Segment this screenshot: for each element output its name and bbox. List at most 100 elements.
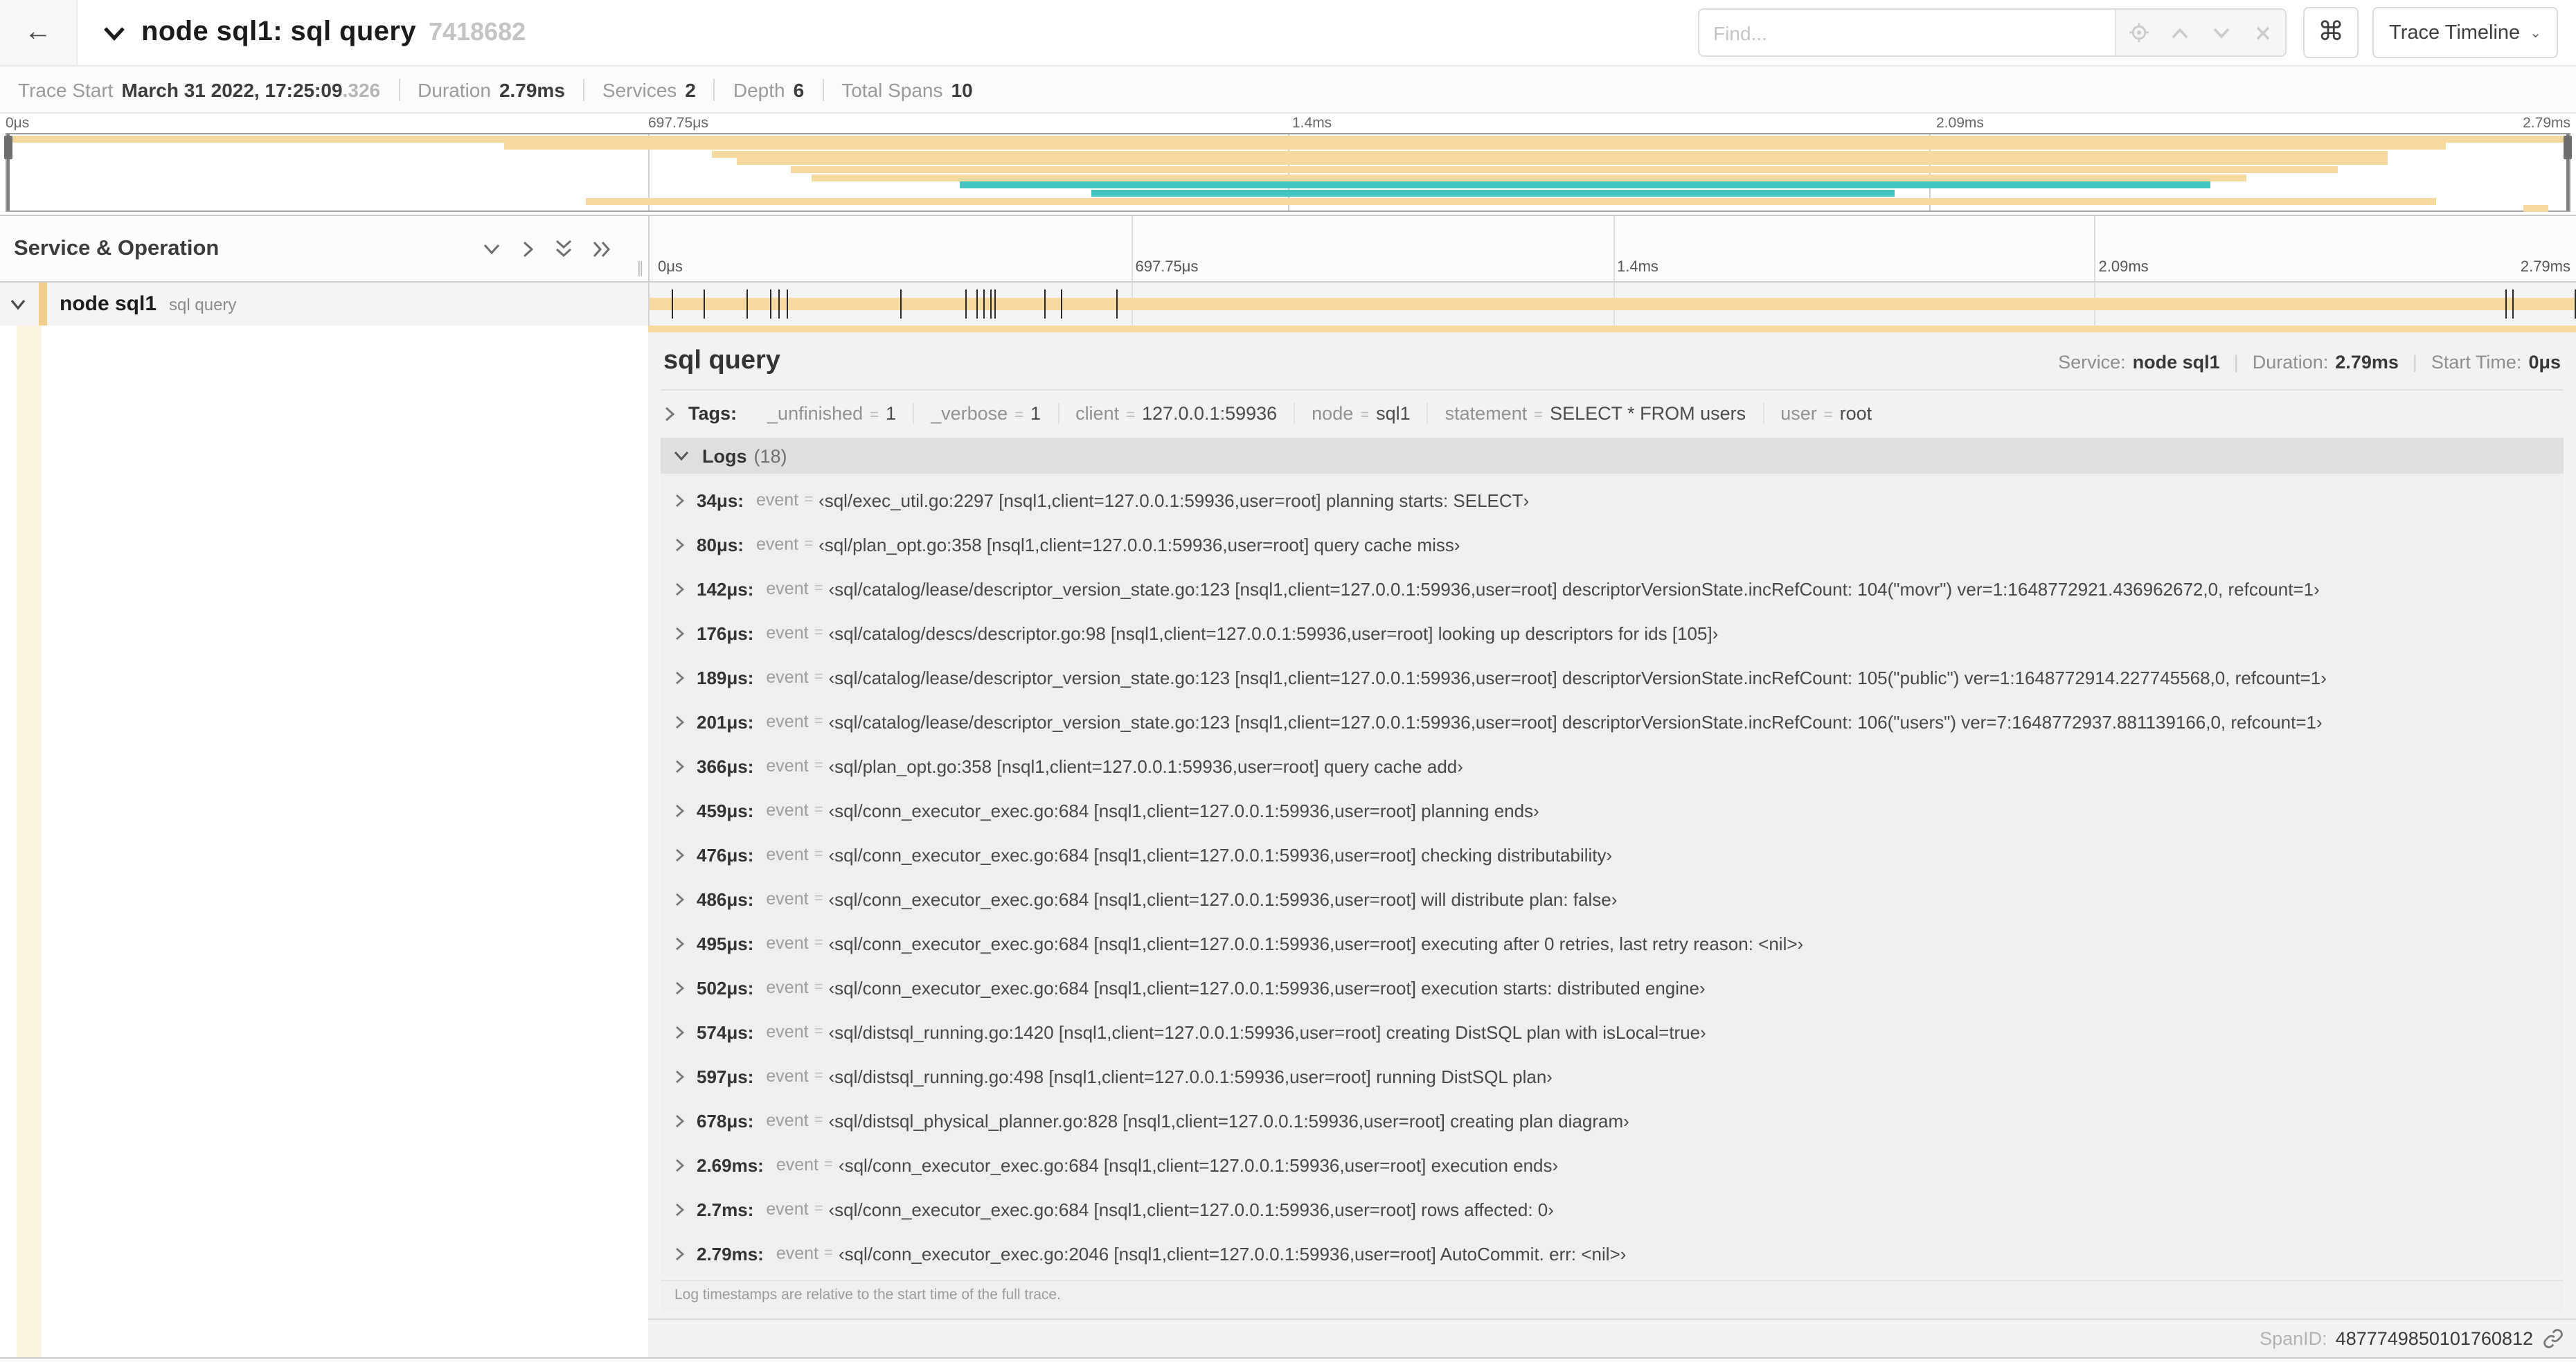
log-marker-tick[interactable] [2505,289,2507,319]
log-marker-tick[interactable] [983,289,985,319]
log-chevron-right-icon[interactable] [674,492,686,508]
log-row[interactable]: 502μs: event = ‹sql/conn_executor_exec.go:6… [661,965,2564,1010]
locate-icon[interactable] [2127,21,2149,44]
column-resizer-handle[interactable]: ∥ [636,259,645,277]
log-marker-tick[interactable] [769,289,771,319]
log-chevron-right-icon[interactable] [674,714,686,729]
log-row[interactable]: 201μs: event = ‹sql/catalog/lease/descripto… [661,699,2564,744]
log-row[interactable]: 34μs: event = ‹sql/exec_util.go:2297 [nsql1… [661,478,2564,522]
log-marker-tick[interactable] [746,289,748,319]
expand-all-icon[interactable] [591,239,612,258]
log-chevron-right-icon[interactable] [674,1069,686,1084]
expand-one-icon[interactable] [519,239,536,258]
log-timestamp: 459μs: [697,800,754,821]
log-marker-tick[interactable] [2512,289,2514,319]
log-row[interactable]: 476μs: event = ‹sql/conn_executor_exec.go:6… [661,832,2564,877]
log-chevron-right-icon[interactable] [674,803,686,818]
log-row[interactable]: 2.79ms: event = ‹sql/conn_executor_exec.go:… [661,1231,2564,1276]
trace-collapse-chevron-icon[interactable] [102,24,126,41]
scrubber-grip[interactable] [2564,136,2572,159]
scrubber-grip[interactable] [4,136,12,159]
log-chevron-right-icon[interactable] [674,1246,686,1261]
log-marker-tick[interactable] [1044,289,1046,319]
log-chevron-right-icon[interactable] [674,581,686,596]
log-row[interactable]: 486μs: event = ‹sql/conn_executor_exec.go:6… [661,877,2564,921]
tag-pill[interactable]: _verbose = 1 [914,403,1059,424]
log-row[interactable]: 678μs: event = ‹sql/distsql_physical_planne… [661,1098,2564,1143]
viewport-scrubber-left[interactable] [4,134,12,211]
log-chevron-right-icon[interactable] [674,1024,686,1039]
span-bar-cell[interactable] [648,283,2576,325]
log-marker-tick[interactable] [994,289,996,319]
span-service-name[interactable]: node sql1 [60,292,156,316]
log-marker-tick[interactable] [1060,289,1062,319]
log-row[interactable]: 80μs: event = ‹sql/plan_opt.go:358 [nsql1,c… [661,522,2564,566]
log-marker-tick[interactable] [703,289,705,319]
minimap-canvas[interactable] [4,133,2572,213]
find-input[interactable] [1699,10,2116,55]
tags-row[interactable]: Tags: _unfinished = 1 _verbose = 1 client = 127.… [661,391,2564,435]
log-row[interactable]: 597μs: event = ‹sql/distsql_running.go:498 … [661,1054,2564,1098]
log-marker-tick[interactable] [976,289,978,319]
log-row[interactable]: 459μs: event = ‹sql/conn_executor_exec.go:6… [661,788,2564,832]
log-timestamp: 502μs: [697,977,754,998]
log-chevron-right-icon[interactable] [674,625,686,641]
collapse-all-icon[interactable] [554,238,573,259]
span-row[interactable]: node sql1 sql query [0,283,2576,325]
log-row[interactable]: 366μs: event = ‹sql/plan_opt.go:358 [nsql1,… [661,744,2564,788]
tag-pill[interactable]: node = sql1 [1295,403,1429,424]
deep-link-icon[interactable] [2543,1328,2564,1349]
tag-pill[interactable]: statement = SELECT * FROM users [1429,403,1764,424]
log-chevron-right-icon[interactable] [674,1201,686,1217]
span-duration-bar[interactable] [650,298,2576,310]
log-chevron-right-icon[interactable] [674,670,686,685]
tag-pill[interactable]: client = 127.0.0.1:59936 [1059,403,1296,424]
trace-view-selector[interactable]: Trace Timeline ⌄ [2372,7,2558,58]
log-chevron-right-icon[interactable] [674,891,686,906]
detail-meta: Service: node sql1 | Duration: 2.79ms | … [2058,352,2561,373]
log-chevron-right-icon[interactable] [674,1113,686,1128]
keyboard-shortcuts-button[interactable]: ⌘ [2303,7,2359,58]
span-id-label: SpanID: [2260,1328,2327,1349]
log-marker-tick[interactable] [671,289,673,319]
log-field-value: ‹sql/conn_executor_exec.go:684 [nsql1,cl… [828,844,1613,865]
tags-label[interactable]: Tags: [688,403,737,424]
log-row[interactable]: 495μs: event = ‹sql/conn_executor_exec.go:6… [661,921,2564,965]
log-timestamp: 142μs: [697,578,754,599]
span-collapse-chevron-icon[interactable] [10,297,26,311]
summary-value-muted: .326 [342,78,381,100]
log-chevron-right-icon[interactable] [674,936,686,951]
log-chevron-right-icon[interactable] [674,847,686,862]
tag-value: 127.0.0.1:59936 [1141,403,1278,424]
log-marker-tick[interactable] [787,289,789,319]
log-chevron-right-icon[interactable] [674,537,686,552]
log-marker-tick[interactable] [990,289,992,319]
log-row[interactable]: 189μs: event = ‹sql/catalog/lease/descripto… [661,655,2564,699]
ruler-tick-label: 0μs [658,259,683,276]
log-marker-tick[interactable] [778,289,780,319]
find-prev-icon[interactable] [2169,21,2191,44]
find-clear-icon[interactable] [2252,21,2274,44]
find-next-icon[interactable] [2210,21,2233,44]
summary-label: Duration [418,78,491,100]
tag-pill[interactable]: _unfinished = 1 [751,403,915,424]
log-row[interactable]: 2.69ms: event = ‹sql/conn_executor_exec.go:… [661,1143,2564,1187]
log-chevron-right-icon[interactable] [674,1157,686,1172]
logs-header[interactable]: Logs (18) [661,438,2564,474]
log-chevron-right-icon[interactable] [674,980,686,995]
tag-pill[interactable]: user = root [1764,403,1888,424]
viewport-scrubber-right[interactable] [2564,134,2572,211]
log-marker-tick[interactable] [900,289,902,319]
summary-item: Total Spans 10 [823,78,991,100]
log-chevron-right-icon[interactable] [674,758,686,774]
log-row[interactable]: 142μs: event = ‹sql/catalog/lease/descripto… [661,566,2564,611]
collapse-one-icon[interactable] [482,240,501,257]
log-row[interactable]: 2.7ms: event = ‹sql/conn_executor_exec.go:6… [661,1187,2564,1231]
log-marker-tick[interactable] [1116,289,1118,319]
log-row[interactable]: 574μs: event = ‹sql/distsql_running.go:1420… [661,1010,2564,1054]
log-marker-tick[interactable] [965,289,967,319]
log-row[interactable]: 176μs: event = ‹sql/catalog/descs/descripto… [661,611,2564,655]
tags-chevron-right-icon[interactable] [663,405,676,422]
minimap-span-bar [711,150,2388,158]
back-button[interactable]: ← [0,0,78,65]
